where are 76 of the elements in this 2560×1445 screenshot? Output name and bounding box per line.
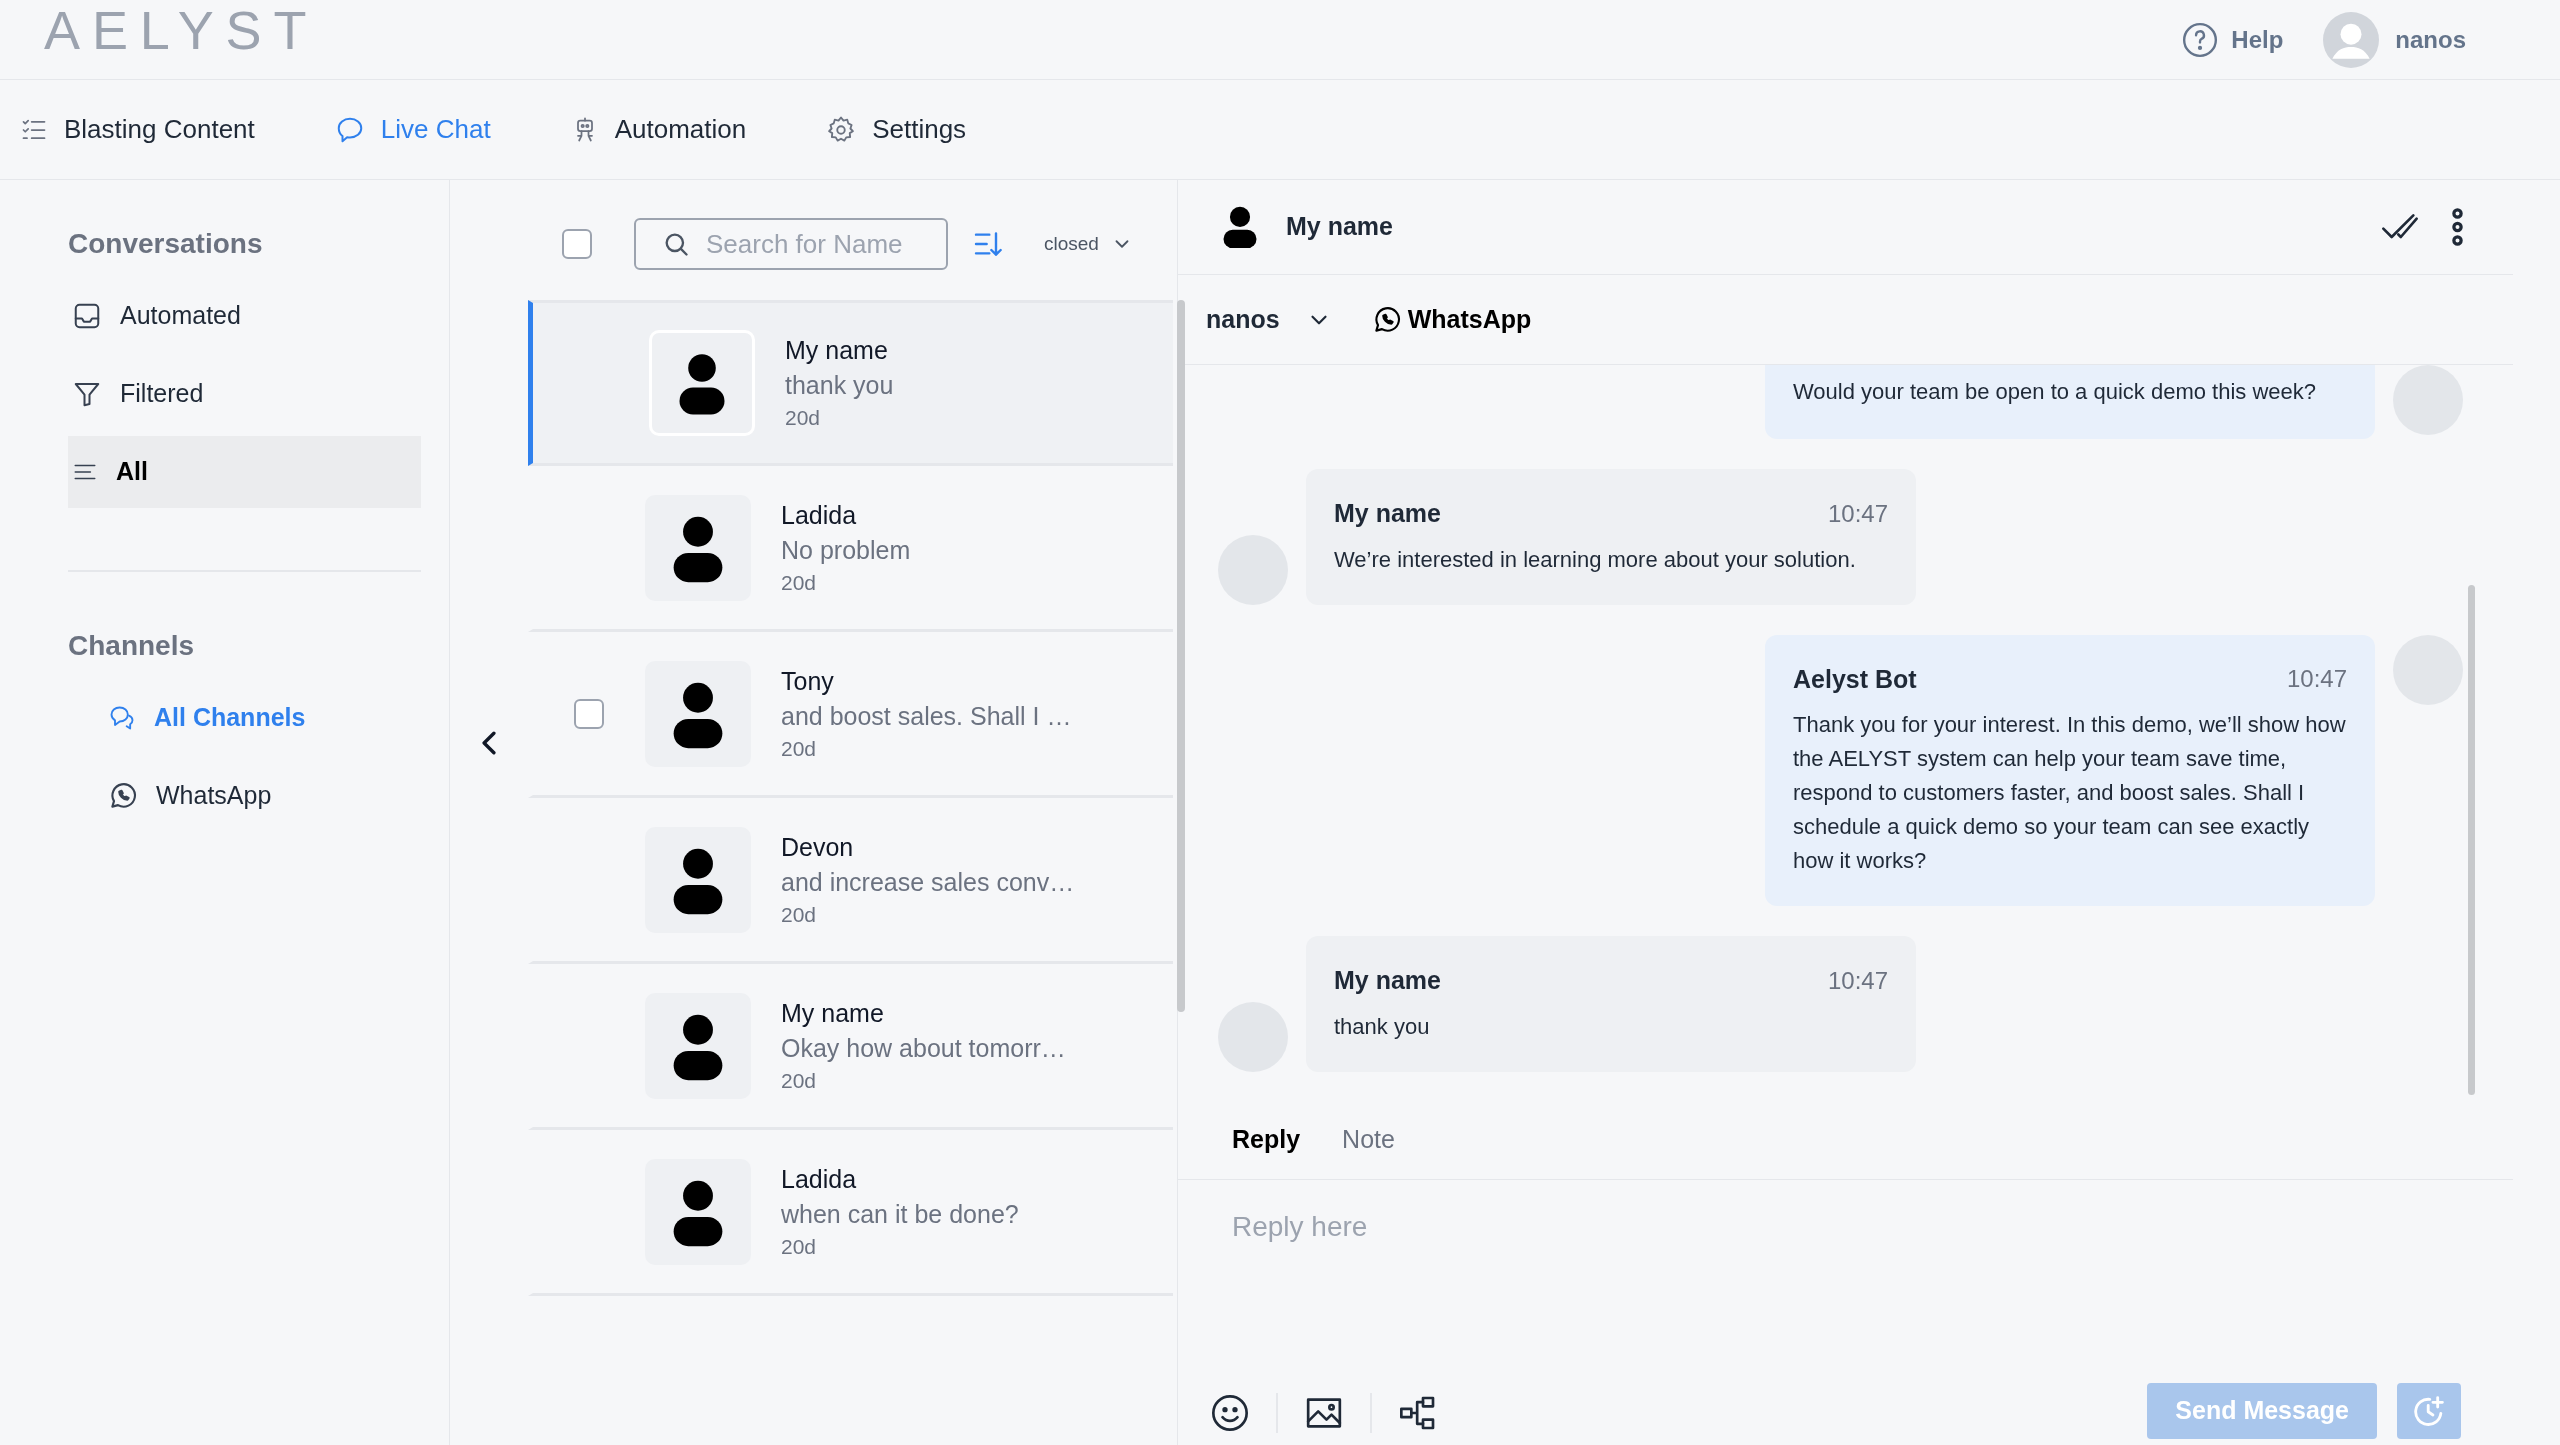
sidebar-item[interactable]: Filtered bbox=[68, 358, 421, 430]
nav-tab[interactable]: Settings bbox=[826, 110, 967, 149]
message-age: 20d bbox=[785, 405, 822, 431]
whatsapp-icon bbox=[108, 781, 138, 811]
message-age: 20d bbox=[781, 901, 818, 928]
avatar-icon bbox=[645, 494, 751, 601]
message-time: 10:47 bbox=[2286, 664, 2347, 695]
message-time: 10:47 bbox=[1827, 498, 1888, 529]
conversation-row[interactable]: Ladida No problem 20d bbox=[528, 466, 1173, 632]
reply-input[interactable]: Reply here bbox=[1178, 1180, 2513, 1340]
message-age: 20d bbox=[781, 569, 818, 596]
conversation-row[interactable]: My name thank you 20d bbox=[528, 300, 1173, 466]
sidebar-item[interactable]: All bbox=[68, 436, 421, 508]
avatar-icon bbox=[649, 330, 755, 436]
composer-tab[interactable]: Reply bbox=[1232, 1120, 1301, 1159]
status-dropdown[interactable]: closed bbox=[1044, 229, 1133, 259]
app-logo: AELYST bbox=[44, 2, 319, 57]
channel-label: WhatsApp bbox=[1407, 303, 1532, 335]
conversation-row[interactable]: Devon and increase sales conv… 20d bbox=[528, 798, 1173, 964]
search-field[interactable]: Search for Name bbox=[634, 218, 948, 270]
contact-name: My name bbox=[785, 335, 889, 366]
section-heading: Channels bbox=[68, 629, 196, 663]
message-preview: thank you bbox=[785, 370, 894, 401]
message-preview: No problem bbox=[781, 534, 911, 566]
agent-dropdown[interactable]: nanos bbox=[1206, 300, 1332, 339]
select-all-checkbox[interactable] bbox=[562, 229, 592, 259]
collapse-button[interactable] bbox=[482, 730, 496, 755]
chat-contact-name: My name bbox=[1286, 211, 1393, 243]
message-age: 20d bbox=[781, 735, 818, 762]
contact-name: Ladida bbox=[781, 1163, 858, 1195]
sender-name: Aelyst Bot bbox=[1793, 663, 1917, 695]
scrollbar[interactable] bbox=[1177, 300, 1185, 1012]
channel-item[interactable]: All Channels bbox=[108, 682, 421, 754]
nav-tab[interactable]: Live Chat bbox=[334, 110, 491, 149]
message-time: 10:47 bbox=[1827, 965, 1888, 996]
sender-name: My name bbox=[1334, 965, 1441, 996]
message-age: 20d bbox=[781, 1067, 818, 1094]
message-preview: and boost sales. Shall I … bbox=[781, 700, 1072, 732]
row-checkbox[interactable] bbox=[574, 698, 604, 729]
nav-tab[interactable]: Blasting Content bbox=[20, 110, 255, 149]
sender-name: My name bbox=[1334, 498, 1441, 529]
nav-tab[interactable]: Automation bbox=[570, 110, 747, 149]
user-name[interactable]: nanos bbox=[2395, 21, 2466, 58]
more-options-button[interactable] bbox=[2452, 208, 2463, 246]
conversation-row[interactable]: Tony and boost sales. Shall I … 20d bbox=[528, 632, 1173, 798]
avatar-icon bbox=[645, 826, 751, 933]
contact-name: My name bbox=[781, 997, 885, 1029]
message-preview: when can it be done? bbox=[781, 1198, 1019, 1230]
section-heading: Conversations bbox=[68, 227, 264, 261]
settings-icon bbox=[826, 114, 857, 145]
contact-name: Devon bbox=[781, 831, 855, 863]
composer-tab[interactable]: Note bbox=[1342, 1120, 1395, 1159]
help-link[interactable]: Help bbox=[2181, 20, 2284, 59]
message-age: 20d bbox=[781, 1233, 818, 1260]
inbox-icon bbox=[72, 301, 102, 331]
user-avatar bbox=[2323, 11, 2380, 68]
emoji-button[interactable] bbox=[1210, 1393, 1250, 1433]
message-preview: and increase sales conv… bbox=[781, 866, 1075, 898]
message-text: We’re interested in learning more about your solution. bbox=[1334, 545, 1857, 574]
message-text: Thank you for your interest. In this demo, we’ll show how the AELYST system can help your team save time, respond to customers faster, and boost sales. Shall I schedule a quick demo so your team can see exactly how it works? bbox=[1793, 711, 2347, 875]
avatar-icon bbox=[645, 1158, 751, 1265]
conversation-row[interactable]: Ladida when can it be done? 20d bbox=[528, 1130, 1173, 1296]
contact-name: Tony bbox=[781, 665, 835, 697]
message-text: Would your team be open to a quick demo this week? bbox=[1793, 378, 2317, 406]
clock-plus-icon bbox=[2414, 1396, 2444, 1426]
message-text: thank you bbox=[1334, 1012, 1431, 1041]
chat-bubbles-icon bbox=[108, 704, 136, 732]
conversation-row[interactable]: My name Okay how about tomorr… 20d bbox=[528, 964, 1173, 1130]
avatar-icon bbox=[645, 660, 751, 767]
channel-item[interactable]: WhatsApp bbox=[108, 760, 421, 832]
contact-name: Ladida bbox=[781, 499, 858, 531]
scrollbar[interactable] bbox=[2468, 585, 2475, 1095]
help-icon bbox=[2181, 20, 2220, 59]
avatar-icon bbox=[645, 992, 751, 1099]
message-preview: Okay how about tomorr… bbox=[781, 1032, 1066, 1064]
sidebar-item[interactable]: Automated bbox=[68, 280, 421, 352]
